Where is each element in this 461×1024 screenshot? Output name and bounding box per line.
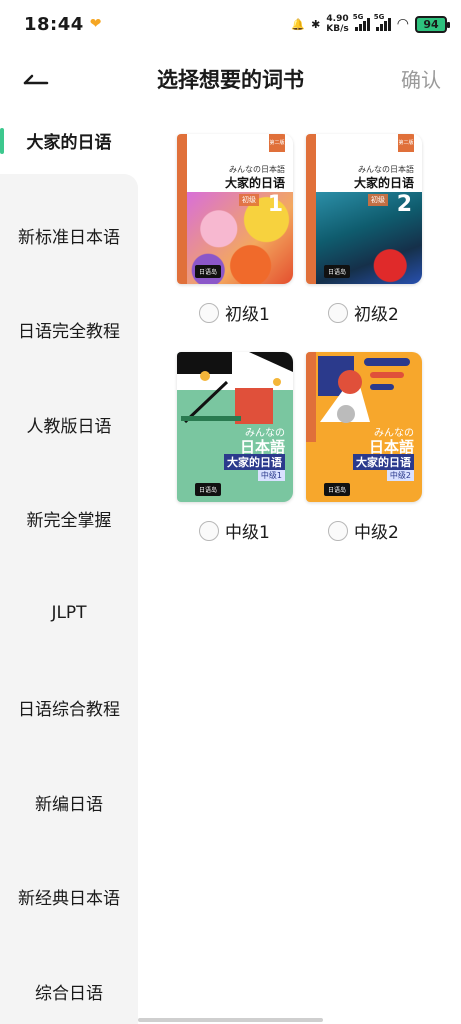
cover-art [177,352,293,424]
book-card: 第二版 みんなの日本語 大家的日语 初级 1 日语岛 初级1 [177,134,293,325]
signal-icon: 5G [374,13,391,31]
book-cover[interactable]: みんなの 日本語 大家的日语 中级1 日语岛 [177,352,293,502]
active-indicator [0,128,4,154]
sidebar-item-dajia[interactable]: 大家的日语 [0,110,138,170]
sidebar: 大家的日语 新标准日本语 日语完全教程 人教版日语 新完全掌握 JLPT 日语综… [0,108,138,1024]
signal-icon: 5G [353,13,370,31]
wifi-icon: ◠ [396,16,409,32]
status-bar: 18:44 ❤ 🔔 ✱ 4.90 KB/s 5G 5G ◠ 94 [0,0,461,48]
back-button[interactable] [18,62,54,96]
sidebar-item-zonghe-jiaocheng[interactable]: 日语综合教程 [0,677,138,737]
radio-button[interactable] [199,520,219,541]
radio-button[interactable] [199,302,219,323]
sidebar-item-xinbiaozhun[interactable]: 新标准日本语 [0,205,138,265]
book-card: みんなの 日本語 大家的日语 中级2 日语岛 中级2 [306,352,422,543]
header: 选择想要的词书 确认 [0,52,461,106]
book-cover[interactable]: 第二版 みんなの日本語 大家的日语 初级 1 日语岛 [177,134,293,284]
publisher-logo: 日语岛 [195,483,222,496]
page-title: 选择想要的词书 [157,68,304,92]
radio-button[interactable] [328,302,348,323]
bell-icon: 🔔 [291,17,306,31]
book-option[interactable]: 初级1 [199,300,270,325]
battery-icon: 94 [415,15,450,33]
status-icons: 🔔 ✱ 4.90 KB/s 5G 5G ◠ 94 [291,13,450,34]
book-option[interactable]: 初级2 [328,300,399,325]
sidebar-item-xinbian[interactable]: 新编日语 [0,772,138,832]
sidebar-item-wanquan[interactable]: 日语完全教程 [0,299,138,359]
back-arrow-icon [23,74,49,85]
bluetooth-icon: ✱ [311,17,321,31]
book-option[interactable]: 中级2 [328,518,399,543]
net-speed: 4.90 KB/s [326,14,349,34]
radio-button[interactable] [328,520,348,541]
heart-icon: ❤ [89,16,102,32]
sidebar-item-xinjingdian[interactable]: 新经典日本语 [0,866,138,926]
book-cover[interactable]: 第二版 みんなの日本語 大家的日语 初级 2 日语岛 [306,134,422,284]
home-indicator [138,1018,323,1022]
book-cover[interactable]: みんなの 日本語 大家的日语 中级2 日语岛 [306,352,422,502]
confirm-button[interactable]: 确认 [401,64,441,93]
publisher-logo: 日语岛 [195,265,222,278]
sidebar-item-renjiao[interactable]: 人教版日语 [0,394,138,454]
publisher-logo: 日语岛 [324,483,351,496]
book-option[interactable]: 中级1 [199,518,270,543]
battery-level: 94 [423,17,439,31]
book-card: 第二版 みんなの日本語 大家的日语 初级 2 日语岛 初级2 [306,134,422,325]
sidebar-item-xinwanquan[interactable]: 新完全掌握 [0,488,138,548]
publisher-logo: 日语岛 [324,265,351,278]
sidebar-item-jlpt[interactable]: JLPT [0,583,138,643]
book-card: みんなの 日本語 大家的日语 中级1 日语岛 中级1 [177,352,293,543]
status-time: 18:44 [24,13,84,35]
sidebar-item-zonghe[interactable]: 综合日语 [0,961,138,1021]
